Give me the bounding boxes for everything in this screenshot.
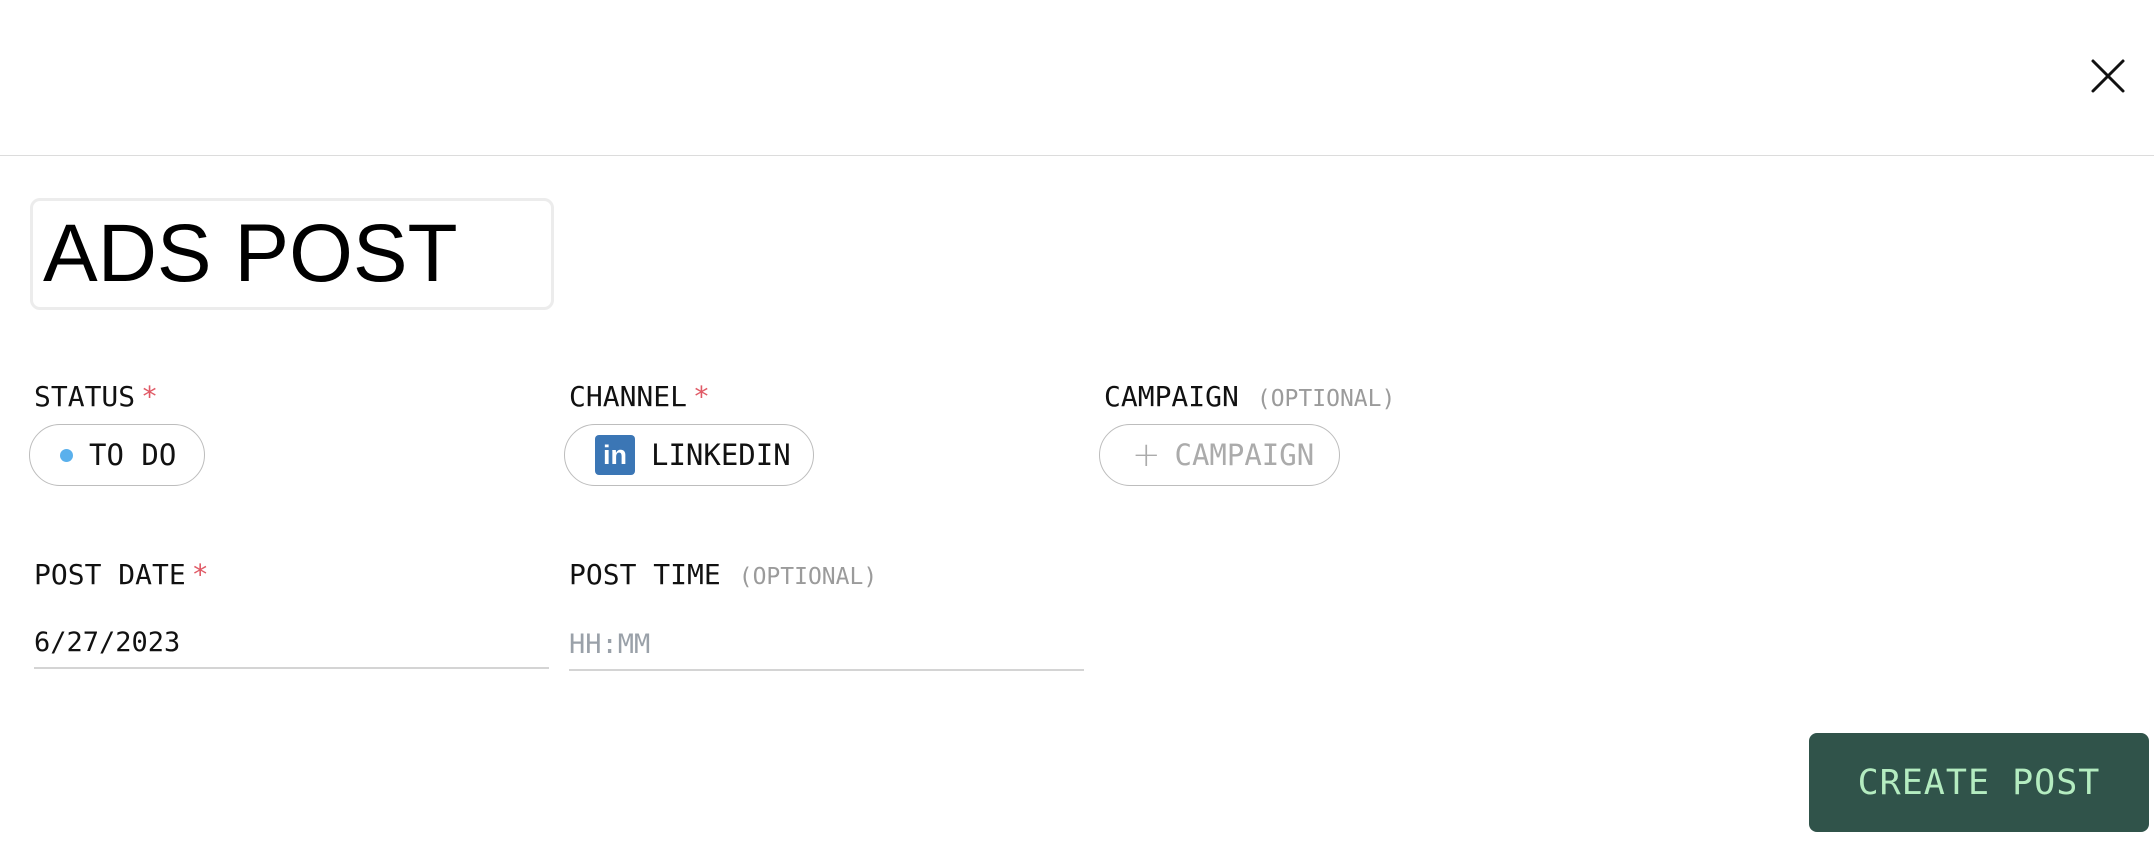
status-label: STATUS * — [34, 381, 158, 413]
channel-required-mark: * — [693, 380, 710, 413]
channel-label: CHANNEL * — [569, 381, 710, 413]
add-campaign-button[interactable]: + CAMPAIGN — [1099, 424, 1340, 486]
post-date-label: POST DATE * — [34, 559, 209, 591]
status-value: TO DO — [89, 438, 177, 472]
post-time-label: POST TIME (OPTIONAL) — [569, 559, 877, 593]
campaign-label-text: CAMPAIGN — [1104, 380, 1239, 413]
modal-header — [0, 0, 2154, 156]
campaign-label: CAMPAIGN (OPTIONAL) — [1104, 381, 1395, 415]
plus-icon: + — [1132, 435, 1161, 475]
channel-select[interactable]: in LINKEDIN — [564, 424, 814, 486]
status-label-text: STATUS — [34, 380, 136, 413]
post-date-label-text: POST DATE — [34, 558, 186, 591]
status-dot-icon — [60, 448, 73, 462]
close-icon — [2091, 59, 2125, 93]
add-campaign-label: CAMPAIGN — [1174, 438, 1315, 472]
post-time-input[interactable] — [569, 619, 1084, 671]
create-post-button[interactable]: CREATE POST — [1809, 733, 2149, 832]
post-title-input[interactable] — [30, 198, 554, 310]
post-time-label-text: POST TIME — [569, 558, 721, 591]
post-time-optional-text: (OPTIONAL) — [738, 564, 878, 590]
channel-label-text: CHANNEL — [569, 380, 688, 413]
status-select[interactable]: TO DO — [29, 424, 205, 486]
close-button[interactable] — [2090, 58, 2126, 94]
post-date-input[interactable] — [34, 617, 549, 669]
status-required-mark: * — [141, 380, 159, 413]
channel-value: LINKEDIN — [651, 438, 791, 472]
post-date-required-mark: * — [191, 558, 209, 591]
linkedin-icon: in — [595, 435, 635, 475]
campaign-optional-text: (OPTIONAL) — [1256, 386, 1396, 412]
